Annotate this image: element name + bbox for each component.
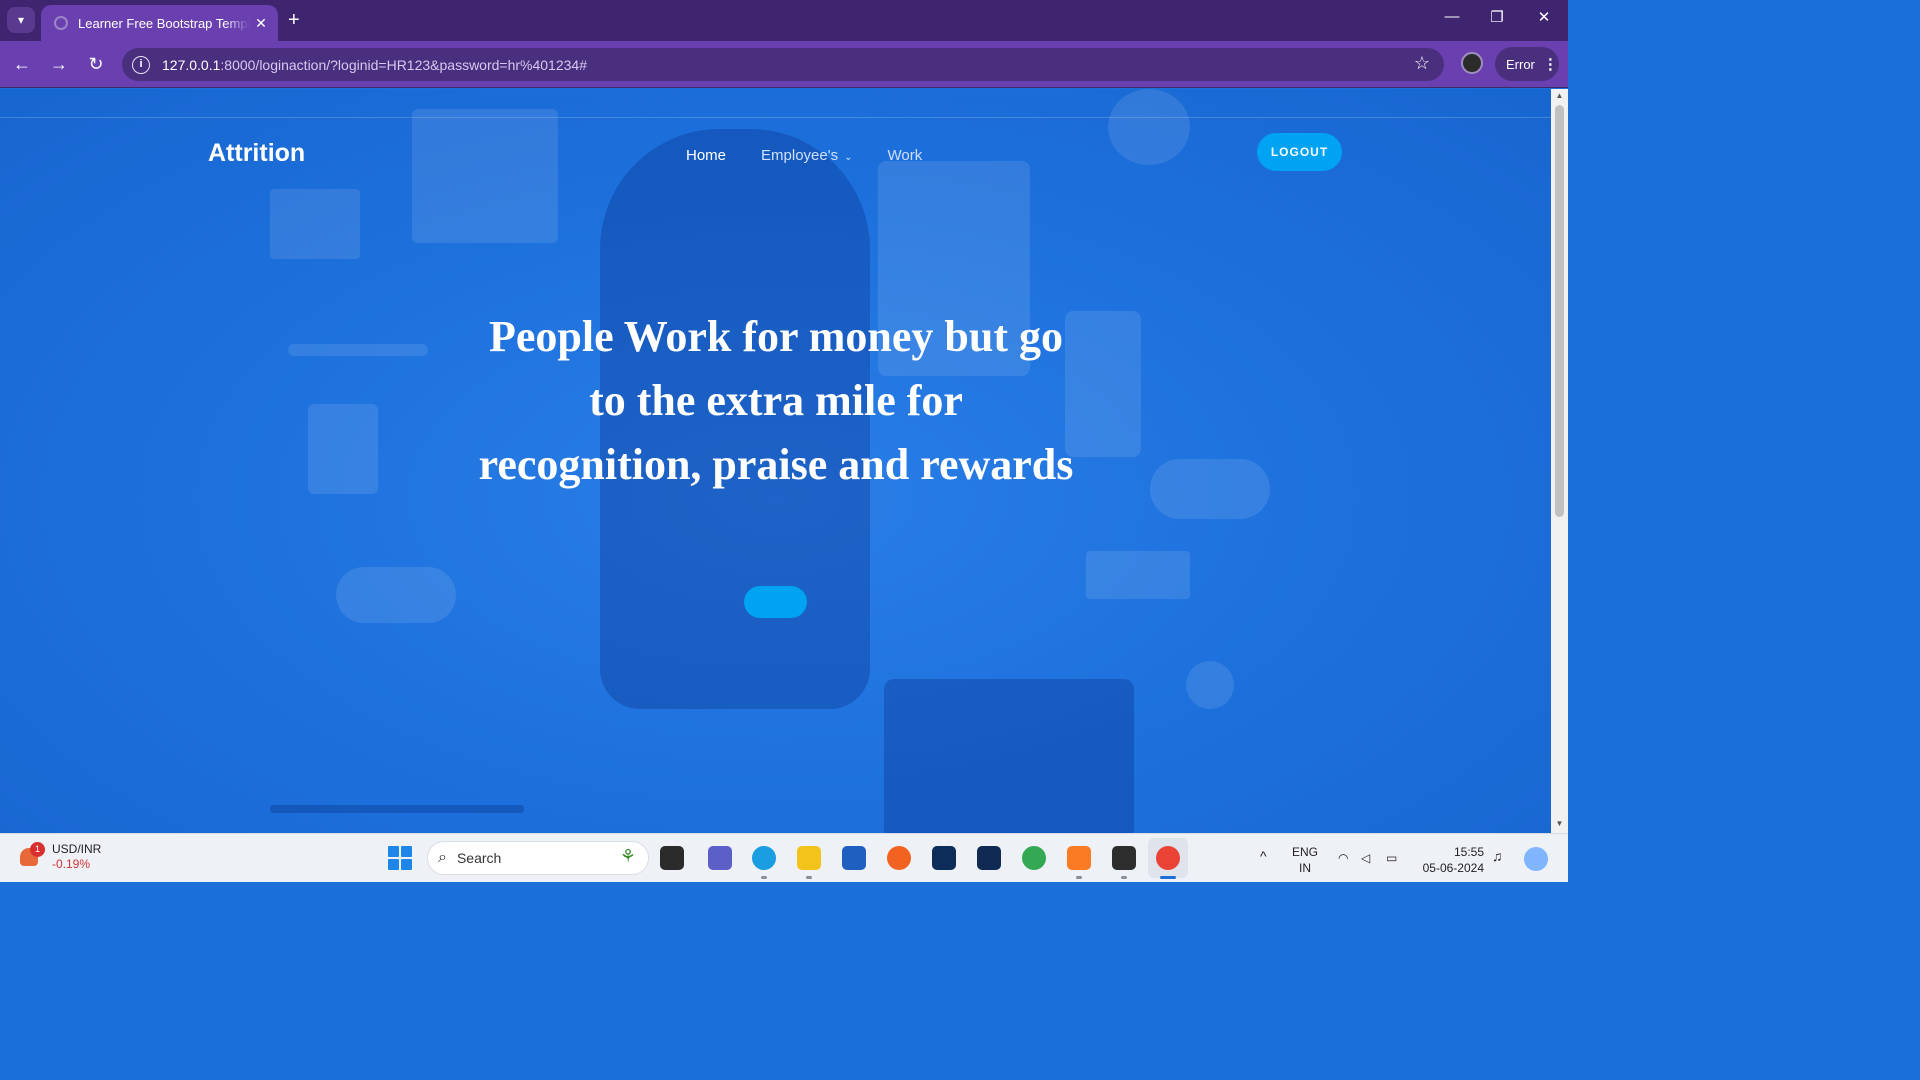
volume-icon[interactable]: ◁ (1361, 850, 1370, 866)
plant-icon: ⚘ (619, 846, 636, 866)
hero-heading: People Work for money but go to the extr… (478, 312, 1074, 489)
calendar-illustration-icon (412, 109, 558, 243)
sun-illustration-icon (1108, 89, 1190, 165)
battery-icon[interactable]: ▭ (1386, 850, 1397, 866)
arrow-left-icon: ← (13, 54, 31, 74)
reload-button[interactable]: ↻ (83, 51, 109, 77)
task-view-icon[interactable] (660, 846, 684, 870)
windows-start-icon[interactable] (388, 846, 412, 870)
currency-pair: USD/INR (52, 842, 102, 856)
wifi-icon[interactable]: ◠ (1338, 850, 1348, 866)
dropbox-icon[interactable] (932, 846, 956, 870)
clock-time: 15:55 (1453, 845, 1484, 859)
url-path: :8000/loginaction/?loginid=HR123&passwor… (220, 56, 587, 73)
chrome-icon[interactable] (1022, 846, 1046, 870)
site-logo[interactable]: Attrition (208, 139, 305, 168)
notification-badge: 1 (30, 842, 45, 857)
page-scrollbar[interactable]: ▲ ▼ (1551, 89, 1568, 833)
cloud-illustration-icon (336, 567, 456, 623)
more-vert-icon: ⋮ (1542, 56, 1558, 73)
nav-home[interactable]: Home (686, 147, 726, 164)
tab-search-button[interactable]: ▾ (7, 7, 35, 33)
nav-work[interactable]: Work (887, 147, 922, 164)
copilot-icon[interactable] (1524, 847, 1548, 871)
search-placeholder: Search (456, 850, 502, 866)
scroll-up-icon[interactable]: ▲ (1551, 91, 1568, 100)
new-tab-button[interactable]: + (288, 9, 300, 32)
error-menu-button[interactable]: Error ⋮ (1495, 47, 1559, 81)
speed-lines-illustration (288, 344, 428, 356)
notification-bell-icon[interactable]: ♫ (1492, 848, 1503, 864)
nav-employees[interactable]: Employee's ⌄ (761, 147, 852, 164)
nav-employees-label: Employee's (761, 147, 839, 164)
windows-taskbar: 1 USD/INR -0.19% ⌕ Search ⚘ ^ ENG IN ◠ ◁… (0, 833, 1568, 882)
error-label: Error (1506, 56, 1535, 72)
tab-title: Learner Free Bootstrap Template (78, 15, 250, 31)
envelope-illustration-icon (270, 189, 360, 259)
hero-cta-button[interactable] (744, 586, 807, 618)
restore-button[interactable]: ❐ (1474, 8, 1520, 26)
phone-illustration-icon (1065, 311, 1141, 457)
minimize-button[interactable]: — (1429, 8, 1475, 25)
firefox-icon[interactable] (887, 846, 911, 870)
mug-illustration-icon (308, 404, 378, 494)
window-close-button[interactable]: ✕ (1521, 8, 1567, 26)
credit-card-illustration-icon (1086, 551, 1190, 599)
back-button[interactable]: ← (9, 51, 35, 77)
browser-tab-bar: ▾ Learner Free Bootstrap Template ✕ + — … (0, 0, 1568, 41)
scrollbar-thumb[interactable] (1555, 105, 1564, 517)
scroll-down-icon[interactable]: ▼ (1551, 819, 1568, 828)
url-host: 127.0.0.1 (162, 56, 221, 73)
clock-date: 05-06-2024 (1422, 861, 1484, 875)
search-icon: ⌕ (438, 849, 447, 866)
browser-tab-active[interactable]: Learner Free Bootstrap Template ✕ (41, 5, 278, 41)
lang-top: ENG (1292, 845, 1319, 859)
logout-button[interactable]: LOGOUT (1257, 133, 1342, 171)
magnifier-illustration-icon (1186, 661, 1234, 709)
file-explorer-icon[interactable] (797, 846, 821, 870)
main-nav: Home Employee's ⌄ Work (686, 147, 957, 164)
chevron-up-icon[interactable]: ^ (1260, 848, 1267, 864)
microsoft-store-icon[interactable] (842, 846, 866, 870)
reload-icon: ↻ (88, 54, 104, 74)
clock[interactable]: 15:55 05-06-2024 (1416, 844, 1484, 876)
currency-change: -0.19% (52, 857, 91, 871)
tab-close-button[interactable]: ✕ (250, 15, 272, 32)
market-icon: 1 (18, 842, 45, 870)
chrome-profile-icon[interactable] (1156, 846, 1180, 870)
terminal-icon[interactable] (1112, 846, 1136, 870)
edge-icon[interactable] (752, 846, 776, 870)
taskbar-search[interactable]: ⌕ Search ⚘ (427, 841, 649, 875)
cloud-illustration-icon (1150, 459, 1270, 519)
chevron-down-icon: ▾ (17, 13, 25, 27)
arrow-right-icon: → (50, 54, 68, 74)
header-divider (0, 117, 1551, 118)
forward-button[interactable]: → (46, 51, 72, 77)
xampp-icon[interactable] (1067, 846, 1091, 870)
editor-app-icon[interactable] (977, 846, 1001, 870)
address-bar[interactable]: i 127.0.0.1:8000/loginaction/?loginid=HR… (122, 48, 1444, 81)
profile-avatar[interactable] (1461, 52, 1483, 74)
bookmark-star-icon[interactable]: ☆ (1414, 53, 1430, 74)
lang-bottom: IN (1299, 861, 1311, 875)
site-info-icon[interactable]: i (132, 55, 150, 74)
page-viewport: Attrition Home Employee's ⌄ Work LOGOUT P… (0, 89, 1551, 833)
browser-toolbar: ← → ↻ i 127.0.0.1:8000/loginaction/?logi… (0, 41, 1568, 88)
teams-icon[interactable] (708, 846, 732, 870)
laptop-illustration-icon (884, 679, 1134, 833)
chevron-down-icon: ⌄ (844, 152, 853, 163)
book-illustration-icon (270, 805, 524, 813)
tab-favicon-icon (54, 16, 68, 30)
currency-widget[interactable]: 1 USD/INR -0.19% (18, 842, 101, 872)
language-indicator[interactable]: ENG IN (1292, 844, 1318, 876)
